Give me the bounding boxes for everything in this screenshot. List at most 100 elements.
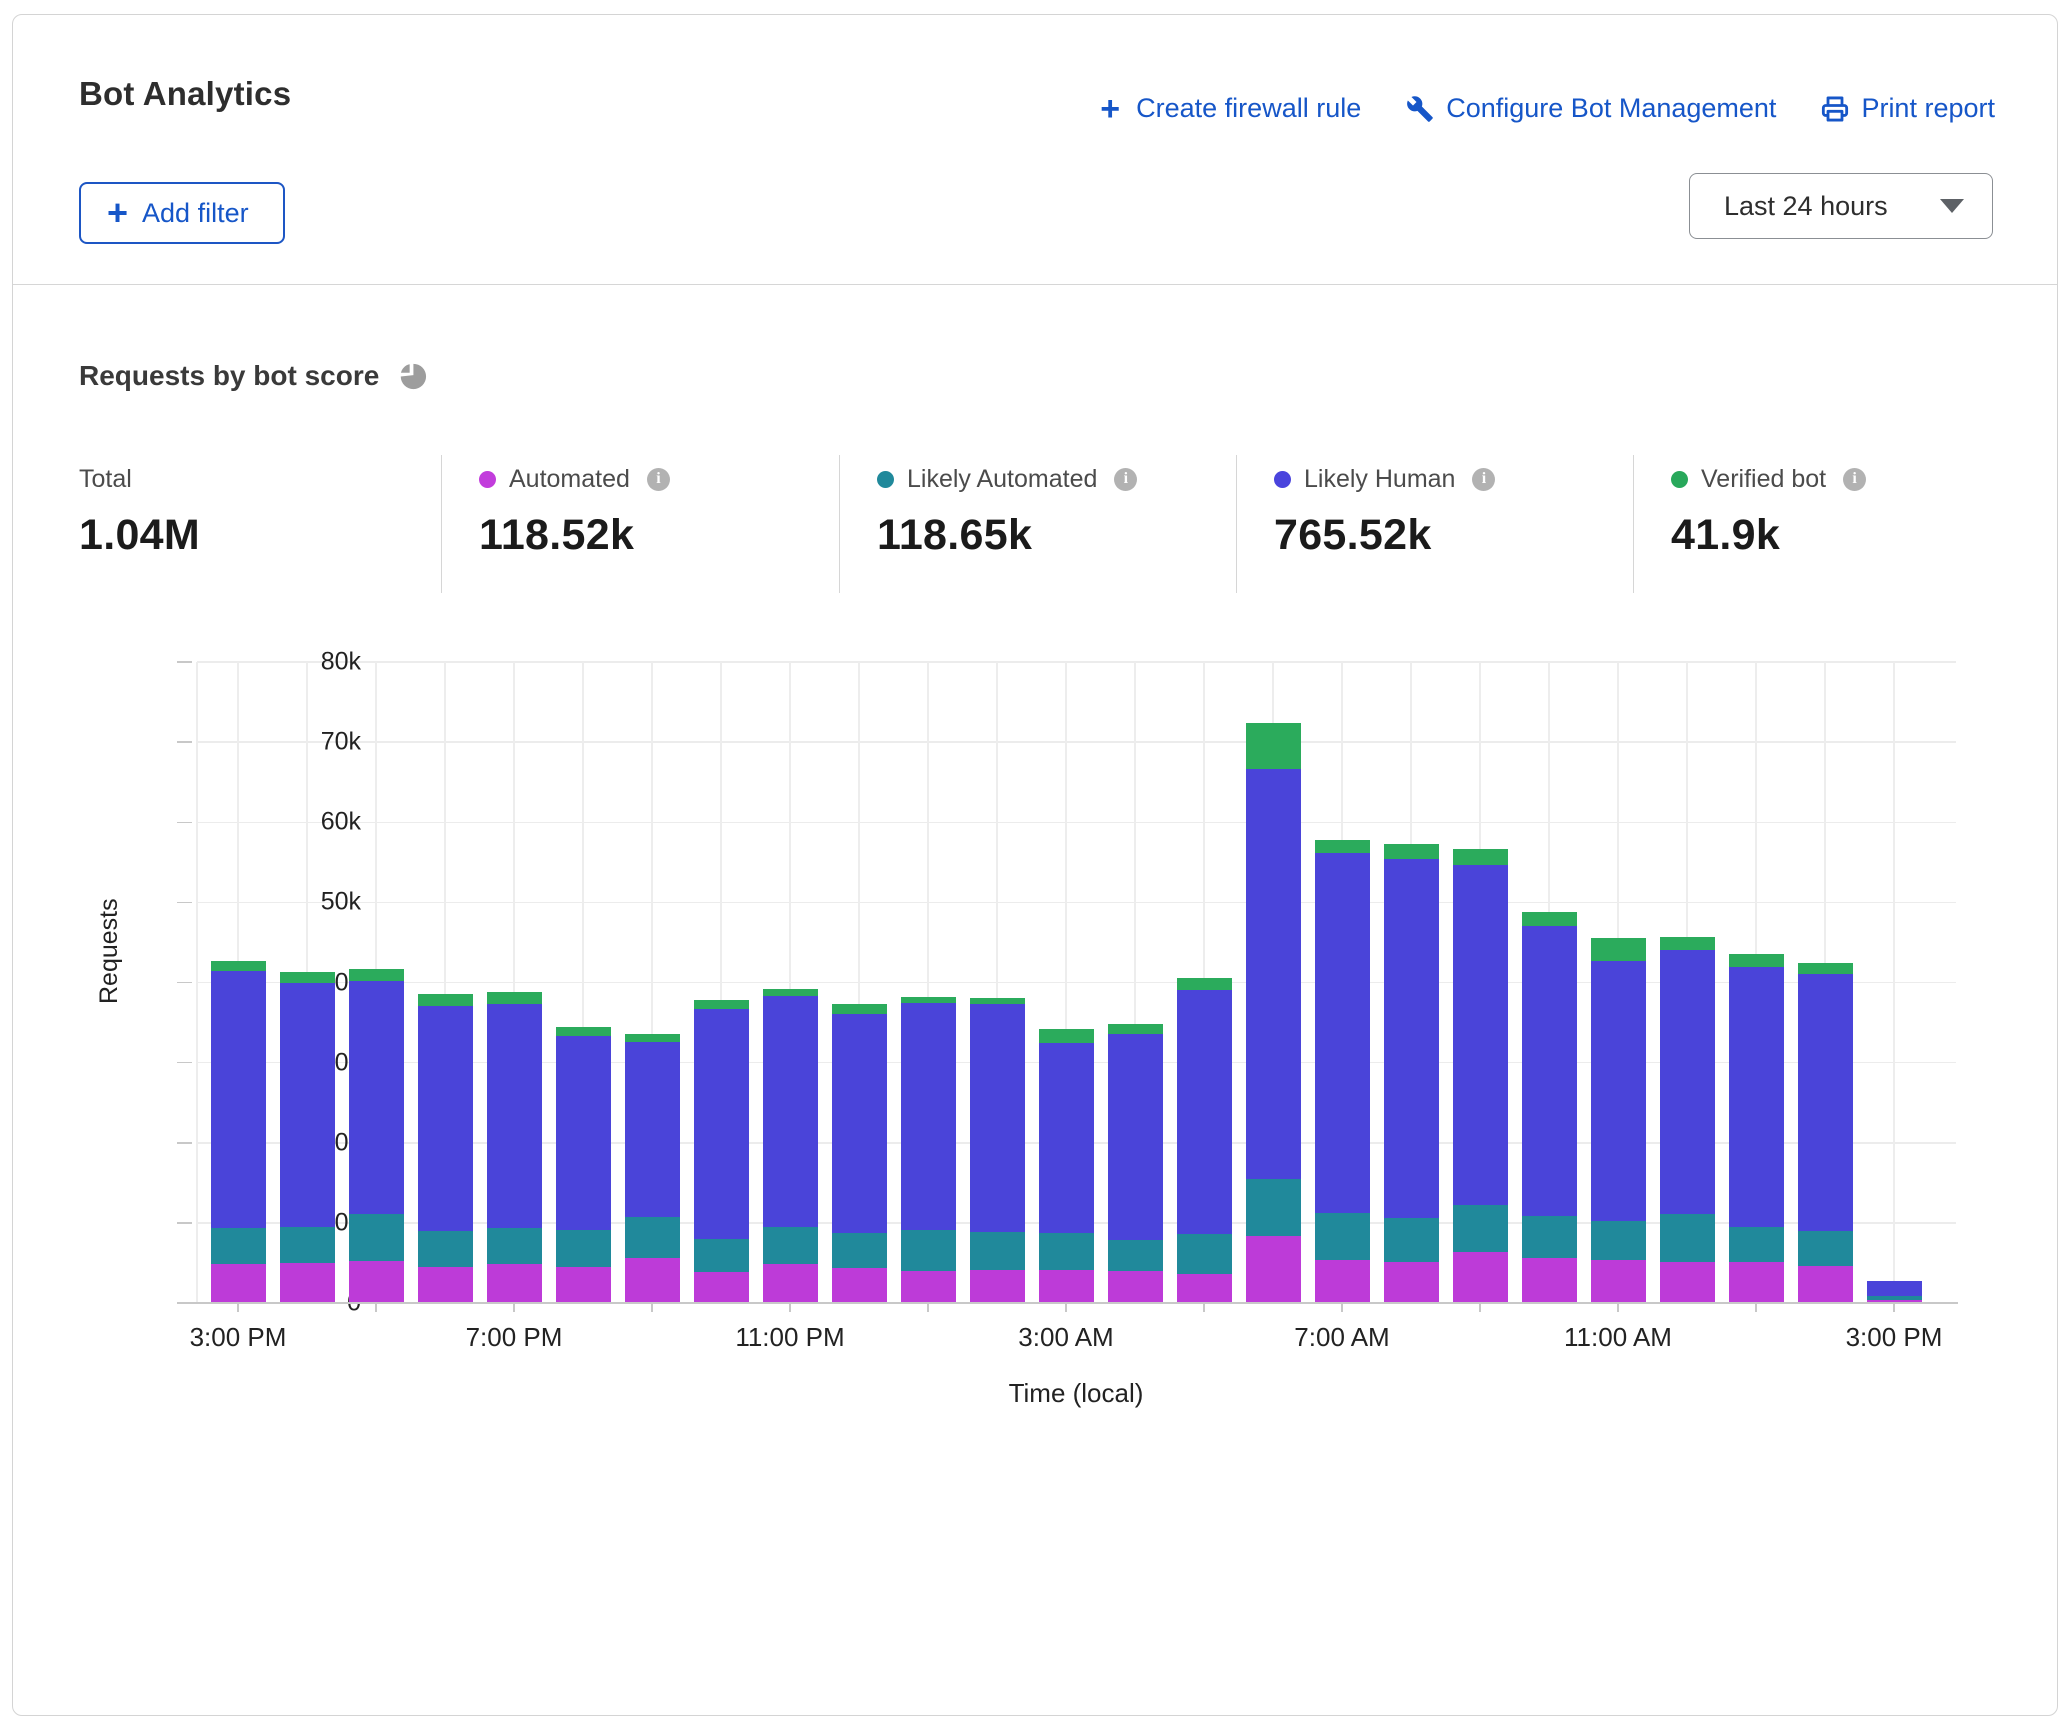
- segment-verified-bot: [1246, 723, 1301, 769]
- bar-9-00-pm-6[interactable]: [625, 1034, 680, 1302]
- segment-verified-bot: [1177, 978, 1232, 990]
- bar-9-00-am-18[interactable]: [1453, 849, 1508, 1302]
- bar-4-00-pm-1[interactable]: [280, 972, 335, 1302]
- printer-icon: [1820, 94, 1850, 124]
- segment-automated: [1315, 1260, 1370, 1302]
- segment-automated: [1453, 1252, 1508, 1302]
- x-tick-label: 3:00 PM: [1846, 1322, 1943, 1353]
- segment-likely-human: [1453, 865, 1508, 1206]
- bar-6-00-pm-3[interactable]: [418, 994, 473, 1302]
- segment-automated: [1591, 1260, 1646, 1302]
- bar-3-00-pm-0[interactable]: [211, 961, 266, 1302]
- y-tick-label: 80k: [241, 648, 361, 677]
- stat-total: Total1.04M: [79, 455, 441, 593]
- info-icon[interactable]: i: [1114, 468, 1137, 491]
- bar-1-00-pm-22[interactable]: [1729, 954, 1784, 1302]
- segment-automated: [1177, 1274, 1232, 1302]
- segment-automated: [1384, 1262, 1439, 1302]
- segment-likely-human: [1039, 1043, 1094, 1233]
- likely-human-legend-dot: [1274, 471, 1291, 488]
- y-tick: [177, 822, 192, 824]
- y-tick: [177, 1222, 192, 1224]
- segment-likely-automated: [763, 1227, 818, 1265]
- x-tick: [375, 1303, 377, 1312]
- segment-automated: [1108, 1271, 1163, 1302]
- stat-label: Automated: [509, 465, 630, 494]
- action-label: Create firewall rule: [1136, 93, 1361, 124]
- y-axis-title: Requests: [95, 898, 124, 1004]
- bar-3-00-am-12[interactable]: [1039, 1029, 1094, 1302]
- segment-automated: [763, 1264, 818, 1302]
- segment-likely-automated: [418, 1231, 473, 1267]
- segment-verified-bot: [1522, 912, 1577, 926]
- plot-area: 010k20k30k40k50k60k70k80k3:00 PM7:00 PM1…: [197, 662, 1956, 1303]
- segment-likely-automated: [211, 1228, 266, 1264]
- bar-10-00-pm-7[interactable]: [694, 1000, 749, 1302]
- segment-likely-automated: [1384, 1218, 1439, 1262]
- bar-7-00-am-16[interactable]: [1315, 840, 1370, 1302]
- segment-likely-automated: [1108, 1240, 1163, 1270]
- segment-verified-bot: [280, 972, 335, 983]
- h-gridline: [197, 902, 1956, 904]
- stat-likely-human: Likely Humani765.52k: [1236, 455, 1633, 593]
- bar-11-00-am-20[interactable]: [1591, 938, 1646, 1302]
- bar-2-00-am-11[interactable]: [970, 998, 1025, 1302]
- bar-11-00-pm-8[interactable]: [763, 989, 818, 1302]
- stat-value: 1.04M: [79, 511, 441, 560]
- segment-likely-human: [832, 1014, 887, 1234]
- segment-automated: [1729, 1262, 1784, 1302]
- y-tick-label: 60k: [241, 808, 361, 837]
- action-configure-bot-management[interactable]: Configure Bot Management: [1405, 93, 1776, 124]
- x-tick: [927, 1303, 929, 1312]
- info-icon[interactable]: i: [1472, 468, 1495, 491]
- y-tick: [177, 741, 192, 743]
- segment-automated: [694, 1272, 749, 1302]
- bar-12-00-am-9[interactable]: [832, 1004, 887, 1302]
- segment-likely-automated: [1246, 1179, 1301, 1236]
- segment-likely-automated: [1315, 1213, 1370, 1260]
- bar-10-00-am-19[interactable]: [1522, 912, 1577, 1302]
- bar-8-00-pm-5[interactable]: [556, 1027, 611, 1302]
- stat-value: 41.9k: [1671, 511, 2057, 560]
- bar-12-00-pm-21[interactable]: [1660, 937, 1715, 1302]
- info-icon[interactable]: i: [1843, 468, 1866, 491]
- y-tick: [177, 982, 192, 984]
- segment-verified-bot: [694, 1000, 749, 1009]
- x-tick-label: 3:00 AM: [1018, 1322, 1113, 1353]
- segment-likely-human: [1591, 961, 1646, 1221]
- bar-5-00-am-14[interactable]: [1177, 978, 1232, 1303]
- bar-6-00-am-15[interactable]: [1246, 723, 1301, 1302]
- segment-likely-human: [418, 1006, 473, 1230]
- bar-3-00-pm-24[interactable]: [1867, 1281, 1922, 1302]
- info-icon[interactable]: i: [647, 468, 670, 491]
- y-tick: [177, 661, 192, 663]
- action-create-firewall-rule[interactable]: +Create firewall rule: [1095, 93, 1361, 124]
- segment-automated: [1522, 1258, 1577, 1302]
- bar-8-00-am-17[interactable]: [1384, 844, 1439, 1302]
- time-range-select[interactable]: Last 24 hours: [1689, 173, 1993, 239]
- h-gridline: [197, 661, 1956, 663]
- stat-label: Likely Automated: [907, 465, 1097, 494]
- bar-5-00-pm-2[interactable]: [349, 969, 404, 1302]
- x-tick: [1479, 1303, 1481, 1312]
- automated-legend-dot: [479, 471, 496, 488]
- segment-likely-human: [1798, 974, 1853, 1230]
- bar-1-00-am-10[interactable]: [901, 997, 956, 1302]
- bar-4-00-am-13[interactable]: [1108, 1024, 1163, 1302]
- card-header: Bot Analytics +Create firewall ruleConfi…: [13, 15, 2057, 285]
- segment-likely-automated: [1177, 1234, 1232, 1274]
- stat-value: 118.52k: [479, 511, 839, 560]
- segment-automated: [211, 1264, 266, 1302]
- segment-automated: [1660, 1262, 1715, 1302]
- chart: Requests 010k20k30k40k50k60k70k80k3:00 P…: [13, 616, 2057, 1446]
- segment-verified-bot: [1660, 937, 1715, 951]
- x-tick: [1341, 1303, 1343, 1312]
- x-tick: [1203, 1303, 1205, 1312]
- likely-automated-legend-dot: [877, 471, 894, 488]
- y-tick: [177, 1062, 192, 1064]
- action-print-report[interactable]: Print report: [1820, 93, 1995, 124]
- bar-2-00-pm-23[interactable]: [1798, 963, 1853, 1302]
- bar-7-00-pm-4[interactable]: [487, 992, 542, 1302]
- add-filter-button[interactable]: + Add filter: [79, 182, 285, 244]
- segment-automated: [1039, 1270, 1094, 1302]
